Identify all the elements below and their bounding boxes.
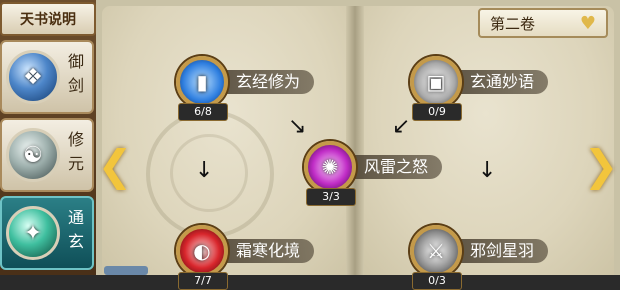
tab-yujian[interactable]: ❖ 御剑 <box>0 40 94 114</box>
skill-icon: ▮ <box>176 56 228 108</box>
link-arrow-icon: ↓ <box>478 158 497 183</box>
skill-name: 霜寒化境 <box>216 239 315 263</box>
corner-badge <box>104 266 148 275</box>
skill-name: 玄通妙语 <box>450 70 549 94</box>
cultivate-emblem-icon: ☯ <box>6 128 60 182</box>
right-page <box>358 6 614 275</box>
skill-icon: ✺ <box>304 141 356 193</box>
link-arrow-icon: ↙ <box>392 114 411 139</box>
tab-tongxuan[interactable]: ✦ 通玄 <box>0 196 94 270</box>
skill-name: 玄经修为 <box>216 70 315 94</box>
tab-xiuyuan[interactable]: ☯ 修元 <box>0 118 94 192</box>
help-button[interactable]: 天书说明 <box>0 2 96 36</box>
skill-icon: ⚔ <box>410 225 462 277</box>
volume-selector[interactable]: 第二卷 ♥ <box>478 8 608 38</box>
volume-label: 第二卷 <box>490 14 536 33</box>
skill-book <box>96 0 620 275</box>
link-arrow-icon: ↘ <box>288 114 307 139</box>
skill-icon: ▣ <box>410 56 462 108</box>
sword-emblem-icon: ❖ <box>6 50 60 104</box>
skill-count: 6/8 <box>178 103 228 121</box>
skill-icon: ◐ <box>176 225 228 277</box>
chevron-left-icon[interactable]: ❮ <box>97 140 132 190</box>
skill-count: 3/3 <box>306 188 356 206</box>
tab-label: 修元 <box>67 130 84 173</box>
tab-label: 御剑 <box>67 52 84 95</box>
tab-label: 通玄 <box>67 208 84 251</box>
link-arrow-icon: ↓ <box>195 158 214 183</box>
skill-name: 邪剑星羽 <box>450 239 549 263</box>
heart-dropdown-icon: ♥ <box>579 12 596 34</box>
skill-name: 风雷之怒 <box>344 155 443 179</box>
chevron-right-icon[interactable]: ❯ <box>583 140 618 190</box>
skill-count: 0/9 <box>412 103 462 121</box>
sidebar: 天书说明 ❖ 御剑 ☯ 修元 ✦ 通玄 <box>0 0 98 275</box>
book-spine <box>346 6 364 275</box>
mystic-emblem-icon: ✦ <box>6 206 60 260</box>
